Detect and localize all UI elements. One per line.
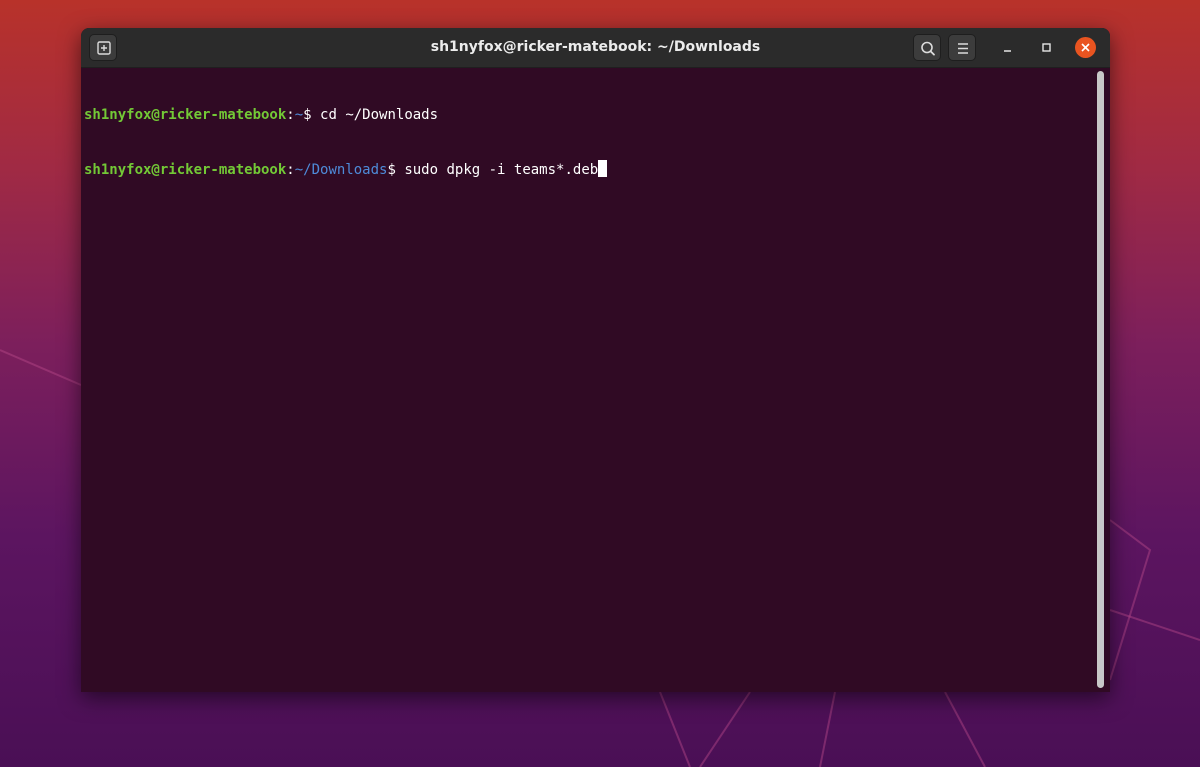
- prompt-user-host: sh1nyfox@ricker-matebook: [84, 162, 287, 178]
- search-icon: [921, 41, 935, 56]
- terminal-line: sh1nyfox@ricker-matebook:~/Downloads$ su…: [84, 160, 1093, 178]
- hamburger-menu-icon: [958, 43, 968, 54]
- prompt-separator: :: [286, 107, 295, 123]
- minimize-button[interactable]: [997, 37, 1018, 58]
- maximize-icon: [1042, 43, 1051, 52]
- close-icon: [1081, 43, 1090, 52]
- prompt-path: ~/Downloads: [294, 162, 388, 178]
- new-tab-button[interactable]: [89, 34, 117, 61]
- prompt-separator: :: [286, 162, 295, 178]
- new-tab-icon: [97, 41, 111, 55]
- command-text: cd ~/Downloads: [320, 107, 439, 123]
- close-button[interactable]: [1075, 37, 1096, 58]
- search-button[interactable]: [913, 34, 941, 61]
- terminal-window: sh1nyfox@ricker-matebook: ~/Downloads sh…: [81, 28, 1110, 692]
- menu-button[interactable]: [948, 34, 976, 61]
- text-cursor: [598, 160, 608, 177]
- title-bar[interactable]: sh1nyfox@ricker-matebook: ~/Downloads: [81, 28, 1110, 68]
- prompt-symbol: $: [387, 162, 405, 178]
- prompt-symbol: $: [303, 107, 321, 123]
- prompt-user-host: sh1nyfox@ricker-matebook: [84, 107, 287, 123]
- terminal-line: sh1nyfox@ricker-matebook:~$ cd ~/Downloa…: [84, 106, 1093, 124]
- scrollbar[interactable]: [1097, 71, 1104, 688]
- maximize-button[interactable]: [1036, 37, 1057, 58]
- terminal-output[interactable]: sh1nyfox@ricker-matebook:~$ cd ~/Downloa…: [81, 68, 1093, 692]
- prompt-path: ~: [294, 107, 304, 123]
- command-input[interactable]: sudo dpkg -i teams*.deb: [404, 162, 598, 178]
- minimize-icon: [1004, 50, 1011, 52]
